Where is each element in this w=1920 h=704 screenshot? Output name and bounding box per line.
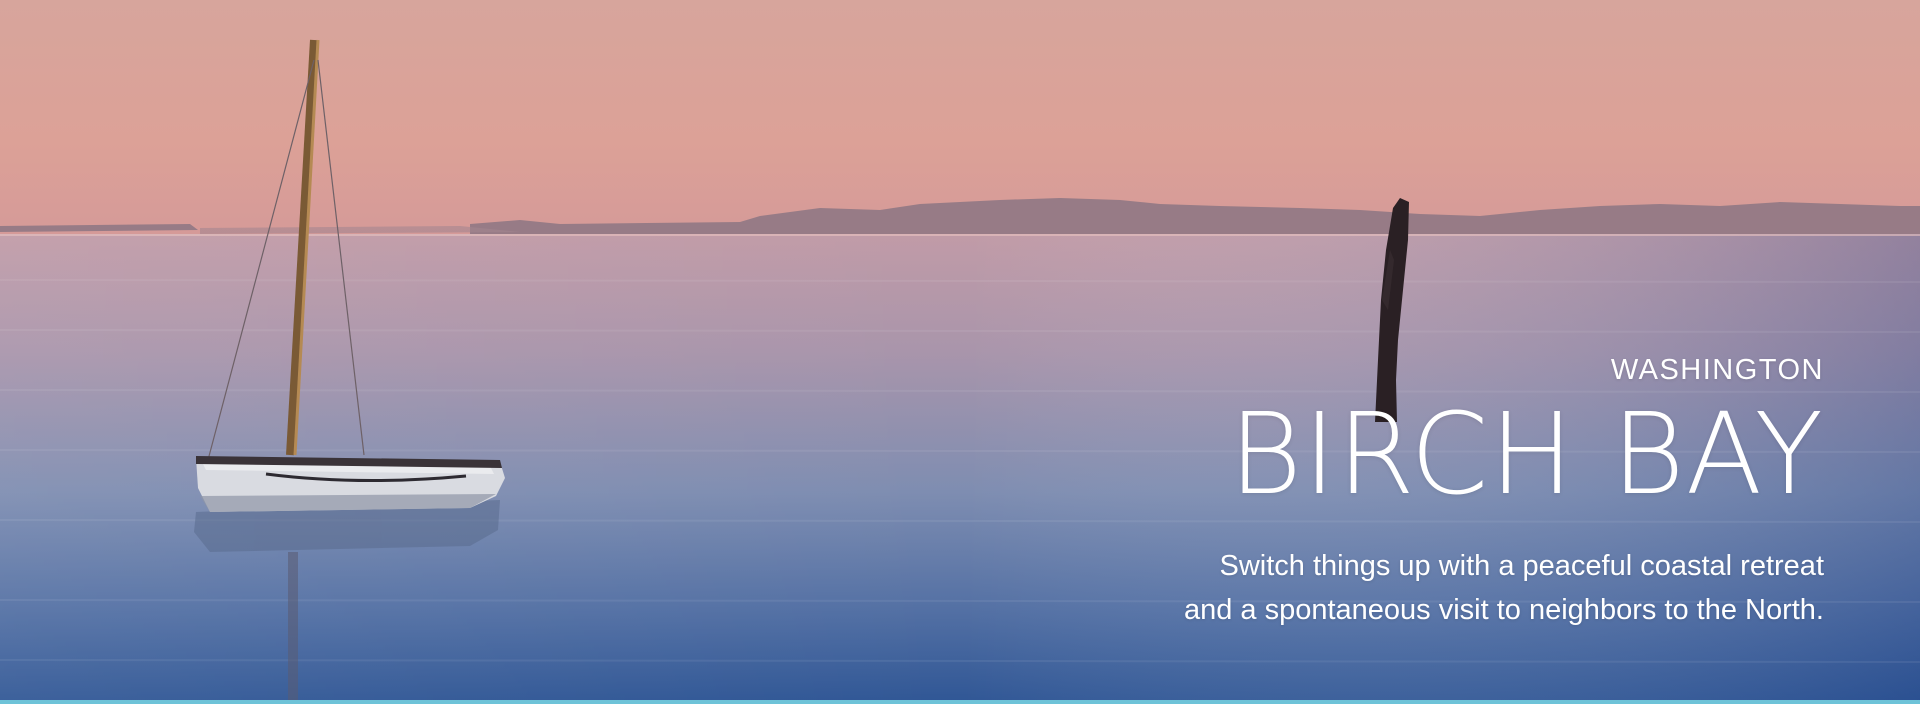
accent-strip <box>0 700 1920 704</box>
hero-banner: WASHINGTON BIRCH BAY Switch things up wi… <box>0 0 1920 704</box>
description-line-2: and a spontaneous visit to neighbors to … <box>1183 594 1824 626</box>
location-eyebrow: WASHINGTON <box>1610 354 1824 386</box>
sky <box>0 0 1920 236</box>
description-line-1: Switch things up with a peaceful coastal… <box>1219 550 1825 582</box>
destination-description: Switch things up with a peaceful coastal… <box>824 544 1824 632</box>
destination-title: BIRCH BAY <box>1228 390 1824 520</box>
hero-text: WASHINGTON BIRCH BAY Switch things up wi… <box>824 356 1824 632</box>
